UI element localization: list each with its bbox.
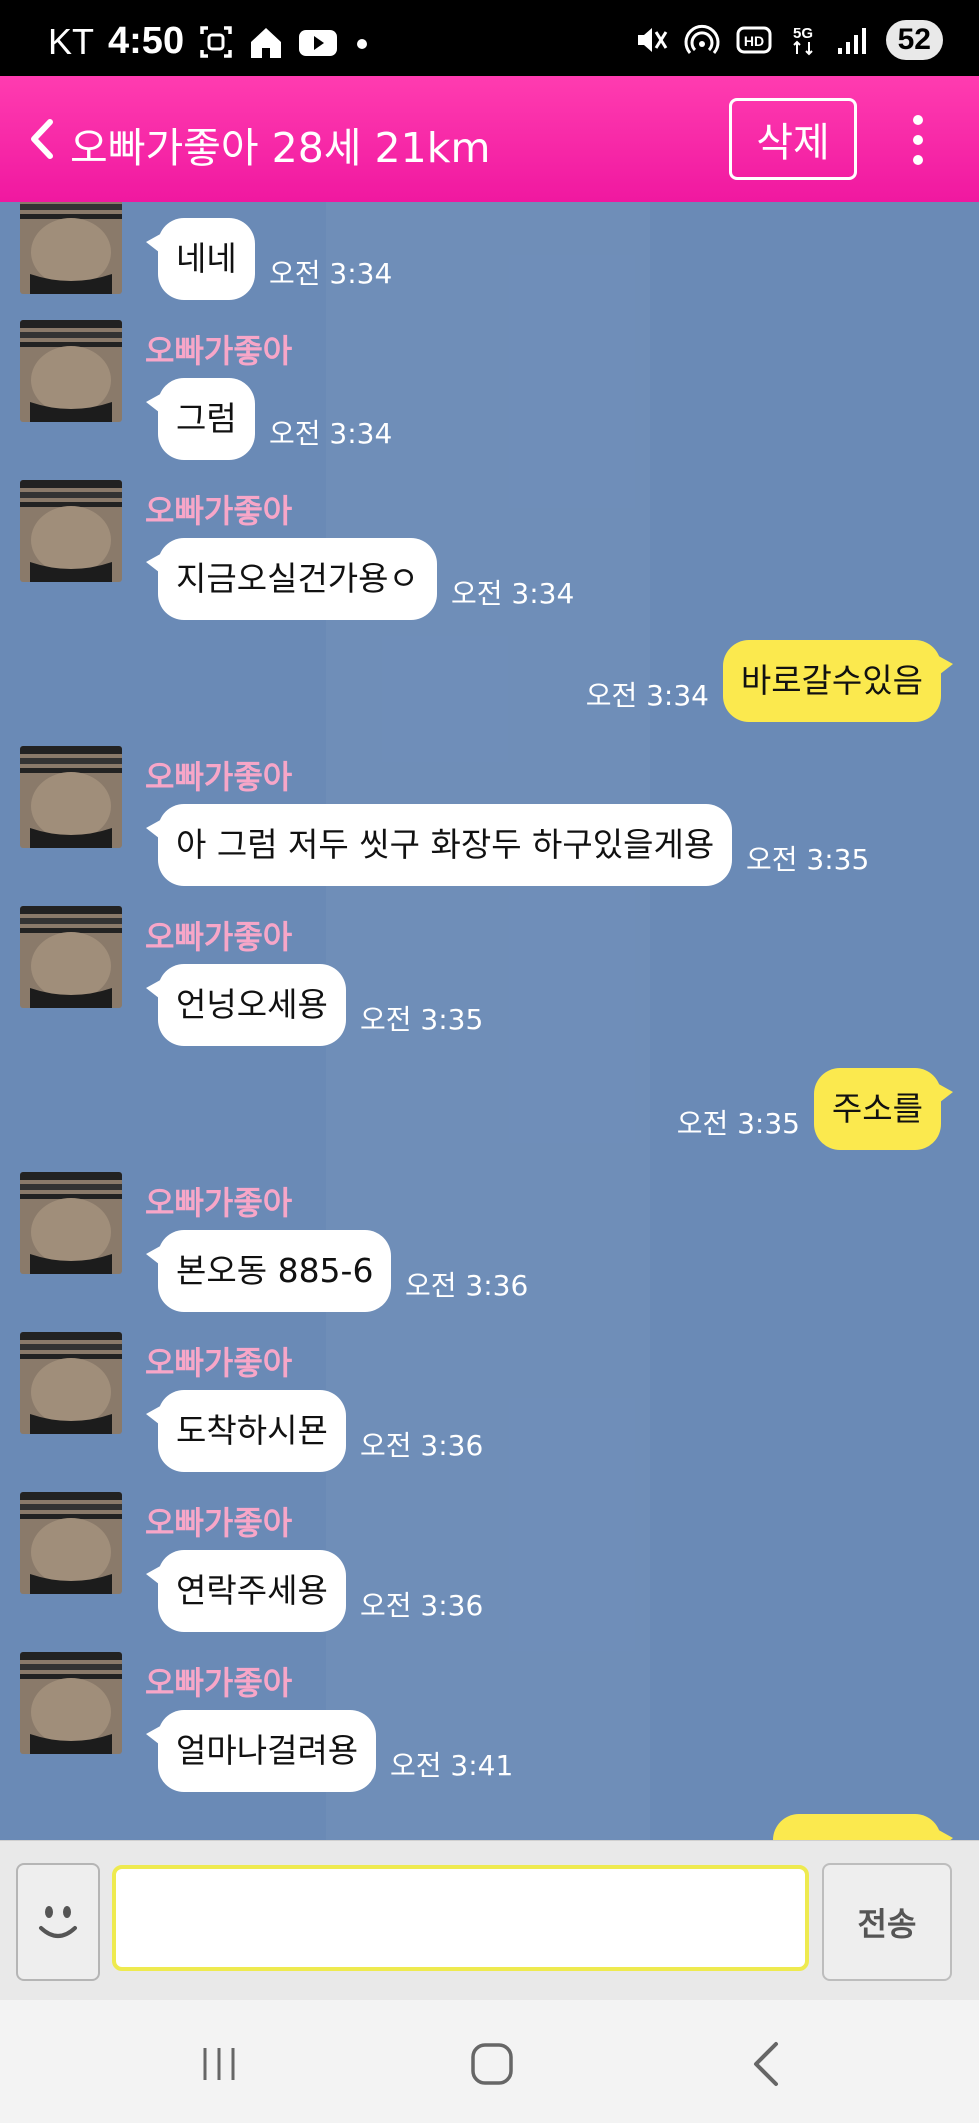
home-app-icon xyxy=(251,27,282,58)
message-timestamp: 오전 3:41 xyxy=(390,1749,514,1782)
outgoing-message-bubble[interactable]: 바로갈수있음 xyxy=(722,640,954,722)
message-input[interactable] xyxy=(112,1865,809,1971)
avatar-image xyxy=(20,1492,122,1594)
chevron-left-icon[interactable] xyxy=(24,114,60,164)
avatar-image xyxy=(20,1332,122,1434)
hd-icon: HD xyxy=(736,26,772,54)
incoming-message-bubble[interactable]: 언넝오세용 xyxy=(146,964,346,1046)
5g-icon: 5G xyxy=(793,25,813,56)
chat-area[interactable]: 네네 오전 3:34 오빠가좋아 그럼 오전 3:34 오빠가좋아 지금오실건가용ㅇ 오전 3… xyxy=(0,202,979,1840)
message-timestamp: 오전 3:36 xyxy=(405,1269,529,1302)
avatar[interactable] xyxy=(20,320,122,422)
hotspot-icon xyxy=(684,24,720,54)
avatar[interactable] xyxy=(20,1172,122,1274)
message-timestamp: 오전 3:35 xyxy=(746,843,870,876)
incoming-message-bubble[interactable]: 도착하시묜 xyxy=(146,1390,346,1472)
avatar-image xyxy=(20,320,122,422)
avatar-image xyxy=(20,202,122,294)
clock: 4:50 xyxy=(108,20,185,62)
screenshot-icon xyxy=(200,25,232,58)
chat-title: 오빠가좋아 28세 21km xyxy=(70,124,491,172)
status-left: KT 4:50 xyxy=(48,20,372,63)
svg-text:5G: 5G xyxy=(793,25,813,42)
message-timestamp: 오전 3:34 xyxy=(585,679,709,712)
avatar-image xyxy=(20,1652,122,1754)
delete-button[interactable]: 삭제 xyxy=(729,98,857,180)
incoming-message-bubble[interactable]: 그럼 xyxy=(146,378,255,460)
sender-name: 오빠가좋아 xyxy=(145,1184,293,1222)
smiley-icon xyxy=(39,1906,77,1938)
avatar[interactable] xyxy=(20,1332,122,1434)
sender-name: 오빠가좋아 xyxy=(145,1344,293,1382)
avatar[interactable] xyxy=(20,480,122,582)
signal-icon xyxy=(837,28,866,54)
status-bar: KT 4:50 HD 5G 52 xyxy=(0,0,979,76)
incoming-message-bubble[interactable]: 얼마나걸려용 xyxy=(145,1710,377,1792)
avatar-image xyxy=(20,1172,122,1274)
incoming-message-bubble[interactable]: 아 그럼 저두 씻구 화장두 하구있을게용 xyxy=(145,804,733,886)
youtube-icon xyxy=(299,29,338,56)
svg-text:HD: HD xyxy=(744,33,764,49)
carrier-label: KT xyxy=(48,20,95,62)
mute-icon xyxy=(637,28,667,52)
sender-name: 오빠가좋아 xyxy=(145,332,293,370)
home-icon[interactable] xyxy=(470,2042,514,2086)
back-icon[interactable] xyxy=(750,2040,782,2088)
outgoing-message-bubble[interactable]: 주소를 xyxy=(813,1068,954,1150)
avatar[interactable] xyxy=(20,1492,122,1594)
chat-header: 오빠가좋아 28세 21km 삭제 xyxy=(0,76,979,202)
sender-name: 오빠가좋아 xyxy=(145,1504,293,1542)
message-timestamp: 오전 3:36 xyxy=(360,1429,484,1462)
message-timestamp: 오전 3:34 xyxy=(451,577,575,610)
notification-dot-icon xyxy=(357,38,368,49)
input-bar: 전송 xyxy=(0,1840,979,2000)
incoming-message-bubble[interactable]: 연락주세용 xyxy=(146,1550,346,1632)
avatar-image xyxy=(20,746,122,848)
outgoing-message-bubble-partial xyxy=(773,1814,953,1840)
recent-apps-icon[interactable] xyxy=(199,2044,239,2084)
system-nav-bar xyxy=(0,2000,979,2123)
incoming-message-bubble[interactable]: 지금오실건가용ㅇ xyxy=(146,538,437,620)
message-timestamp: 오전 3:35 xyxy=(360,1003,484,1036)
avatar[interactable] xyxy=(20,202,122,294)
message-timestamp: 오전 3:35 xyxy=(676,1107,800,1140)
emoji-button[interactable] xyxy=(16,1863,100,1981)
sender-name: 오빠가좋아 xyxy=(145,918,293,956)
battery-indicator: 52 xyxy=(885,20,943,60)
incoming-message-bubble[interactable]: 본오동 885-6 xyxy=(145,1230,392,1312)
incoming-message-bubble[interactable]: 네네 xyxy=(146,218,255,300)
sender-name: 오빠가좋아 xyxy=(145,1664,293,1702)
avatar-image xyxy=(20,906,122,1008)
kebab-menu-icon[interactable] xyxy=(906,112,930,168)
message-timestamp: 오전 3:34 xyxy=(269,417,393,450)
message-timestamp: 오전 3:34 xyxy=(269,257,393,290)
avatar[interactable] xyxy=(20,906,122,1008)
sender-name: 오빠가좋아 xyxy=(145,492,293,530)
avatar-image xyxy=(20,480,122,582)
avatar[interactable] xyxy=(20,1652,122,1754)
message-timestamp: 오전 3:36 xyxy=(360,1589,484,1622)
avatar[interactable] xyxy=(20,746,122,848)
sender-name: 오빠가좋아 xyxy=(145,758,293,796)
send-button[interactable]: 전송 xyxy=(822,1863,952,1981)
status-right: HD 5G 52 xyxy=(632,20,943,60)
